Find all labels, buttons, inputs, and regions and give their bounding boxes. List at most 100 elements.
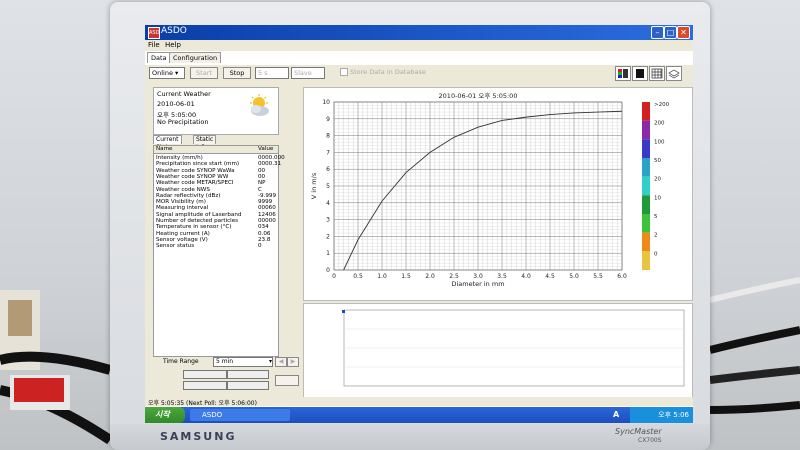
y-tick-label: 2 bbox=[326, 233, 330, 240]
start-button-os[interactable]: 시작 bbox=[145, 407, 185, 423]
system-tray: 오후 5:06 bbox=[630, 407, 693, 423]
mode-select[interactable]: Online ▾ bbox=[149, 67, 185, 79]
legend-swatch bbox=[642, 251, 650, 270]
legend-swatch bbox=[642, 214, 650, 233]
legend-swatch bbox=[642, 195, 650, 214]
taskbar: 시작 ASDO A 오후 5:06 bbox=[145, 407, 693, 423]
monitor-brand: SAMSUNG bbox=[160, 430, 237, 443]
tab-static-info[interactable]: Static Info bbox=[193, 135, 217, 151]
x-tick-label: 1.0 bbox=[377, 273, 387, 280]
menu-help[interactable]: Help bbox=[165, 41, 181, 49]
from-date-field[interactable] bbox=[183, 370, 227, 379]
screen: ASD ASDO – □ ✕ File Help Data Configurat… bbox=[145, 25, 693, 423]
status-text: 오후 5:05:35 (Next Poll: 오후 5:06:00) bbox=[148, 400, 257, 407]
grid-icon bbox=[651, 68, 663, 79]
menu-file[interactable]: File bbox=[148, 41, 160, 49]
minimize-button[interactable]: – bbox=[651, 26, 664, 39]
time-series-marker bbox=[342, 310, 345, 313]
3d-view-button[interactable] bbox=[666, 66, 682, 81]
black-view-button[interactable] bbox=[632, 66, 648, 81]
y-tick-label: 0 bbox=[326, 267, 330, 274]
table-cell-value: 00060 bbox=[258, 205, 276, 212]
table-cell-name: Intensity (mm/h) bbox=[156, 155, 203, 161]
slave-select[interactable]: Slave bbox=[291, 67, 325, 79]
maximize-button[interactable]: □ bbox=[664, 26, 677, 39]
legend-swatch bbox=[642, 158, 650, 177]
x-tick-label: 0 bbox=[332, 273, 336, 280]
x-tick-label: 5.5 bbox=[593, 273, 603, 280]
legend-label: 10 bbox=[654, 195, 661, 201]
partly-cloudy-icon bbox=[250, 94, 269, 116]
legend-label: 200 bbox=[654, 121, 665, 127]
start-button[interactable]: Start bbox=[190, 67, 218, 79]
table-cell-value: 12406 bbox=[258, 211, 276, 218]
weather-date: 2010-06-01 bbox=[157, 100, 195, 108]
table-cell-value: 0.06 bbox=[258, 230, 271, 237]
legend-swatch bbox=[642, 120, 650, 140]
taskbar-item-asdo[interactable]: ASDO bbox=[190, 409, 290, 421]
table-cell-name: Number of detected particles bbox=[156, 218, 239, 224]
table-cell-value: -9.999 bbox=[258, 192, 277, 199]
monitor-model: SyncMaster bbox=[615, 427, 662, 436]
y-tick-label: 3 bbox=[326, 217, 330, 224]
header-value: Value bbox=[258, 146, 274, 152]
table-cell-name: Radar reflectivity (dBz) bbox=[156, 192, 221, 199]
grid-view-button[interactable] bbox=[649, 66, 665, 81]
x-tick-label: 1.5 bbox=[401, 273, 411, 280]
legend-swatch bbox=[642, 139, 650, 158]
tab-current-status[interactable]: Current Status bbox=[153, 135, 182, 151]
interval-select[interactable]: 5 s bbox=[255, 67, 289, 79]
to-time-field[interactable] bbox=[227, 381, 269, 390]
time-range-label: Time Range bbox=[163, 358, 199, 365]
x-tick-label: 2.0 bbox=[425, 273, 435, 280]
from-time-field[interactable] bbox=[227, 370, 269, 379]
tab-data[interactable]: Data bbox=[147, 52, 171, 63]
current-weather-panel: Current Weather 2010-06-01 오후 5:05:00 No… bbox=[153, 87, 279, 135]
prev-button[interactable]: ◀ bbox=[275, 357, 287, 367]
language-indicator[interactable]: A bbox=[613, 410, 619, 419]
table-cell-name: Signal amplitude of Laserband bbox=[156, 211, 242, 218]
stop-button[interactable]: Stop bbox=[223, 67, 251, 79]
y-tick-label: 10 bbox=[322, 99, 330, 106]
table-cell-value: NP bbox=[258, 180, 266, 187]
monitor-model-sub: CX700S bbox=[638, 437, 662, 444]
velocity-diameter-chart: 0 0.5 1.0 1.5 2.0 2.5 3.0 3.5 4.0 4.5 5.0 5.5 6.0 0 1 2… bbox=[310, 92, 670, 288]
table-cell-name: MOR Visibility (m) bbox=[156, 199, 206, 206]
x-tick-label: 3.5 bbox=[497, 273, 507, 280]
table-cell-name: Heating current (A) bbox=[156, 230, 210, 237]
title-bar: ASD ASDO – □ ✕ bbox=[145, 25, 693, 40]
table-cell-value: 034 bbox=[258, 224, 269, 231]
menu-bar: File Help bbox=[145, 40, 693, 51]
store-checkbox[interactable] bbox=[340, 68, 348, 76]
legend-label: 100 bbox=[654, 139, 665, 145]
color-scheme-button[interactable] bbox=[615, 66, 631, 81]
x-tick-label: 4.0 bbox=[521, 273, 531, 280]
y-tick-label: 6 bbox=[326, 166, 330, 173]
window-title: ASDO bbox=[161, 26, 187, 36]
next-button[interactable]: ▶ bbox=[287, 357, 299, 367]
cable-left bbox=[0, 290, 110, 445]
table-cell-value: 23.8 bbox=[258, 236, 271, 243]
close-button[interactable]: ✕ bbox=[677, 26, 690, 39]
status-bar: 오후 5:05:35 (Next Poll: 오후 5:06:00) bbox=[145, 397, 693, 407]
apply-button[interactable] bbox=[275, 375, 299, 386]
weather-title: Current Weather bbox=[157, 90, 211, 98]
table-cell-name: Sensor voltage (V) bbox=[156, 236, 208, 243]
y-tick-label: 9 bbox=[326, 116, 330, 123]
chart-title: 2010-06-01 오후 5:05:00 bbox=[439, 92, 518, 100]
legend-label: >200 bbox=[654, 102, 670, 108]
y-tick-label: 5 bbox=[326, 183, 330, 190]
table-cell-value: 0000.31 bbox=[258, 161, 282, 168]
legend-label: 0 bbox=[654, 251, 658, 257]
x-tick-label: 6.0 bbox=[617, 273, 627, 280]
to-date-field[interactable] bbox=[183, 381, 227, 390]
tab-configuration[interactable]: Configuration bbox=[169, 52, 222, 63]
table-cell-value: C bbox=[258, 186, 262, 193]
table-cell-name: Weather code NWS bbox=[156, 186, 210, 193]
y-axis-label: V in m/s bbox=[310, 172, 318, 199]
mode-select-value: Online bbox=[152, 69, 173, 77]
table-cell-name: Weather code METAR/SPECI bbox=[156, 180, 234, 187]
time-range-select[interactable]: 5 min ▾ bbox=[213, 357, 273, 367]
legend-swatch bbox=[642, 176, 650, 196]
table-cell-value: 0000.000 bbox=[258, 155, 285, 161]
